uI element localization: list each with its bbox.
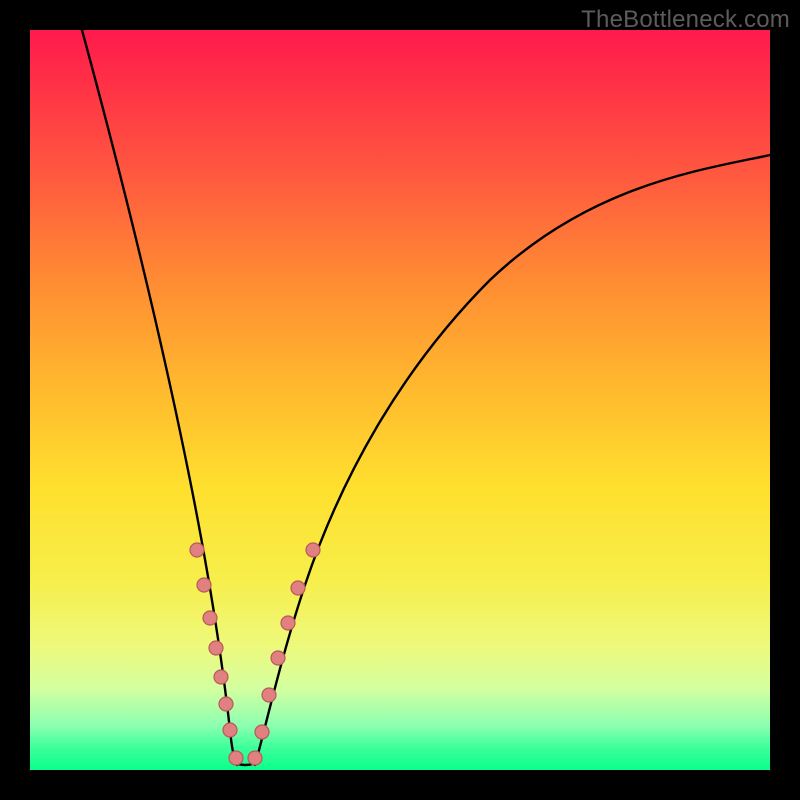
marker-dot [209,641,223,655]
marker-dot [262,688,276,702]
marker-dot [281,616,295,630]
marker-dot [248,751,262,765]
marker-dot [219,697,233,711]
marker-dot [223,723,237,737]
curve-right-branch [255,155,770,765]
marker-dot [306,543,320,557]
marker-dot [271,651,285,665]
marker-dot [229,751,243,765]
marker-dot [190,543,204,557]
chart-plot-area [30,30,770,770]
marker-dot [203,611,217,625]
marker-dot [255,725,269,739]
marker-dot [197,578,211,592]
marker-dot [291,581,305,595]
marker-dot [214,670,228,684]
chart-svg [30,30,770,770]
marker-group [190,543,320,765]
